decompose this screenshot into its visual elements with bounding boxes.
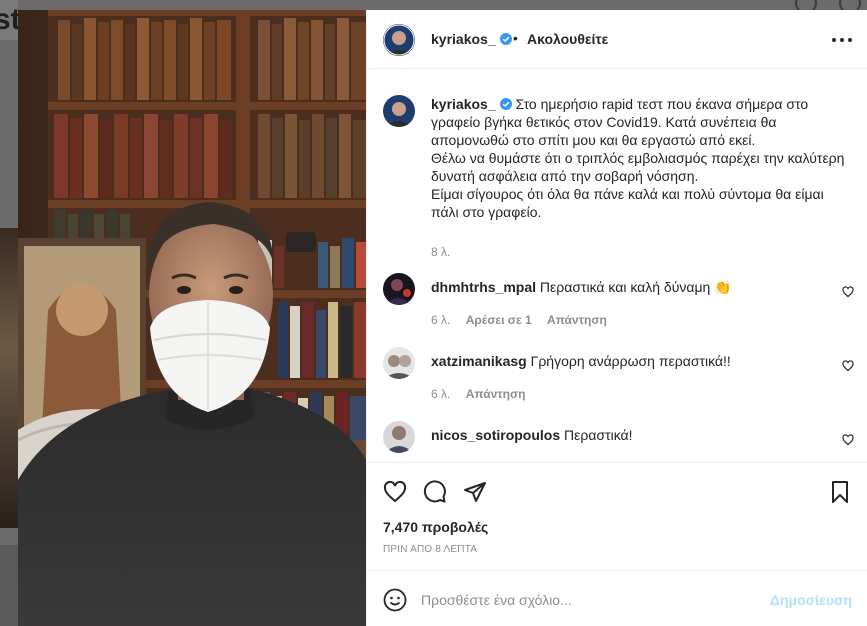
video-frame [18,10,366,626]
comment-meta: 6 λ. Αρέσει σε 1 Απάντηση [431,313,619,327]
bookmark-icon[interactable] [828,480,852,504]
caption-text: Στο ημερήσιο rapid τεστ που έκανα σήμερα… [431,96,845,220]
comment-input[interactable] [421,589,761,611]
comment-time[interactable]: 6 λ. [431,387,450,401]
comment-username[interactable]: xatzimanikasg [431,353,527,369]
comment-username[interactable]: dhmhtrhs_mpal [431,279,536,295]
post-details-panel: kyriakos_ • Ακολουθείτε kyriakos_ Στο ημε… [366,10,867,626]
comment-text: Περαστικά και καλή δύναμη [539,279,711,295]
comment-heart-icon[interactable] [842,434,854,446]
author-avatar[interactable] [383,24,415,56]
smiley-icon[interactable] [383,588,407,612]
post-timestamp[interactable]: ΠΡΙΝ ΑΠΟ 8 ΛΕΠΤΑ [383,544,477,555]
caption-time[interactable]: 8 λ. [431,245,450,259]
caption-avatar[interactable] [383,95,415,127]
paper-plane-icon[interactable] [463,480,487,504]
action-bar [367,474,867,514]
comment-text-line: dhmhtrhs_mpal Περαστικά και καλή δύναμη … [431,279,732,296]
comment-heart-icon[interactable] [842,286,854,298]
comment-bubble-icon[interactable] [423,480,447,504]
verified-badge-icon [499,98,512,110]
comment-meta: 6 λ. Απάντηση [431,387,537,401]
post-comment-button[interactable]: Δημοσίευση [770,592,852,608]
header-separator: • [513,30,518,46]
reply-button[interactable]: Απάντηση [547,313,607,327]
comment-time[interactable]: 6 λ. [431,313,450,327]
add-comment-bar: Δημοσίευση [367,570,867,626]
comment-text: Γρήγορη ανάρρωση περαστικά!! [530,353,731,369]
comment-item: dhmhtrhs_mpal Περαστικά και καλή δύναμη … [367,273,867,343]
more-options-icon[interactable] [830,30,854,50]
comment-likes[interactable]: Αρέσει σε 1 [466,313,532,327]
commenter-avatar[interactable] [383,273,415,305]
comment-item: nicos_sotiropoulos Περαστικά! [367,421,867,462]
post-modal: kyriakos_ • Ακολουθείτε kyriakos_ Στο ημε… [18,10,867,626]
verified-badge-icon [499,33,512,45]
comment-heart-icon[interactable] [842,360,854,372]
clapping-hands-emoji: 👏 [714,279,732,295]
post-video[interactable] [18,10,366,626]
author-username[interactable]: kyriakos_ [431,31,512,47]
post-header: kyriakos_ • Ακολουθείτε [367,10,867,69]
comment-text-line: nicos_sotiropoulos Περαστικά! [431,427,633,443]
background-image [0,228,18,528]
comment-item: xatzimanikasg Γρήγορη ανάρρωση περαστικά… [367,347,867,417]
comment-text-line: xatzimanikasg Γρήγορη ανάρρωση περαστικά… [431,353,731,369]
background-image-2 [0,545,18,626]
caption-username[interactable]: kyriakos_ [431,96,496,112]
post-caption: kyriakos_ Στο ημερήσιο rapid τεστ που έκα… [431,95,851,221]
comment-text: Περαστικά! [564,427,633,443]
heart-icon[interactable] [383,480,407,504]
following-button[interactable]: Ακολουθείτε [527,31,608,47]
comments-section[interactable]: kyriakos_ Στο ημερήσιο rapid τεστ που έκα… [367,69,867,463]
view-count[interactable]: 7,470 προβολές [383,519,488,535]
commenter-avatar[interactable] [383,347,415,379]
comment-username[interactable]: nicos_sotiropoulos [431,427,560,443]
background-title-fragment: st [0,3,18,36]
commenter-avatar[interactable] [383,421,415,453]
reply-button[interactable]: Απάντηση [466,387,526,401]
